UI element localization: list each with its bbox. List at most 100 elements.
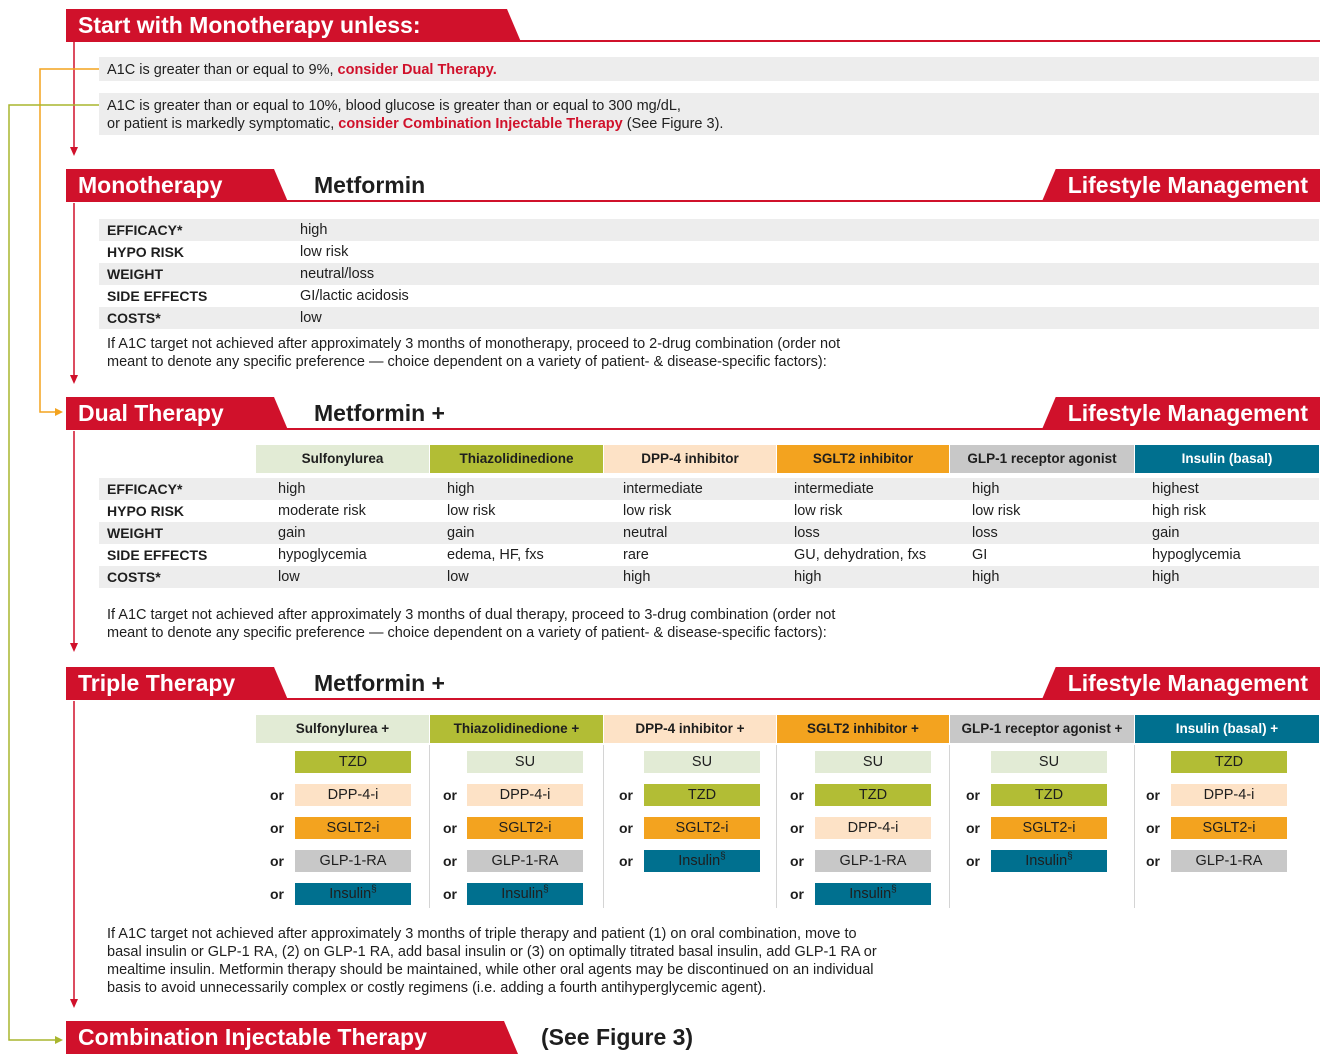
dual-cell: intermediate (623, 481, 703, 497)
option-tzd: TZD (1171, 751, 1287, 773)
or-label: or (1146, 787, 1160, 803)
column-divider (603, 745, 604, 908)
arrow-combo-shortcut (55, 1036, 63, 1044)
or-label: or (966, 853, 980, 869)
dual-cell: moderate risk (278, 503, 366, 519)
dual-col-glp1: GLP-1 receptor agonist (950, 445, 1134, 473)
option-insulin: Insulin§ (644, 850, 760, 872)
or-label: or (1146, 853, 1160, 869)
or-label: or (443, 853, 457, 869)
option-glp1: GLP-1-RA (295, 850, 411, 872)
dual-cell: loss (972, 525, 998, 541)
condition-combo-line1: A1C is greater than or equal to 10%, blo… (107, 98, 681, 114)
dual-cell: hypoglycemia (278, 547, 367, 563)
option-insulin: Insulin§ (467, 883, 583, 905)
dual-note-line1: If A1C target not achieved after approxi… (107, 607, 836, 623)
option-su: SU (644, 751, 760, 773)
dual-header: Dual Therapy Metformin + Lifestyle Manag… (66, 397, 1320, 430)
mono-title: Monotherapy (66, 169, 288, 202)
mono-label-side: SIDE EFFECTS (107, 288, 208, 304)
or-label: or (619, 820, 633, 836)
dual-col-sglt2: SGLT2 inhibitor (777, 445, 949, 473)
mono-row-weight (99, 263, 1319, 285)
option-su: SU (467, 751, 583, 773)
dual-col-tzd: Thiazolidinedione (430, 445, 603, 473)
mono-drug: Metformin (314, 172, 426, 198)
option-tzd: TZD (295, 751, 411, 773)
dual-label-costs: COSTS* (107, 569, 161, 585)
mono-value-weight: neutral/loss (300, 266, 375, 282)
dual-cell: gain (1152, 525, 1180, 541)
mono-row-costs (99, 307, 1319, 329)
dual-cell: high (623, 569, 651, 585)
dual-label-weight: WEIGHT (107, 525, 163, 541)
dual-label-efficacy: EFFICACY* (107, 481, 183, 497)
mono-note-line2: meant to denote any specific preference … (107, 354, 827, 370)
or-label: or (619, 787, 633, 803)
mono-label-weight: WEIGHT (107, 266, 163, 282)
mono-lifestyle: Lifestyle Management (1041, 169, 1320, 202)
option-sglt2: SGLT2-i (295, 817, 411, 839)
or-label: or (443, 886, 457, 902)
start-header-title: Start with Monotherapy unless: (66, 9, 521, 42)
mono-row-efficacy (99, 219, 1319, 241)
arrow-to-mono (70, 147, 78, 156)
option-sglt2: SGLT2-i (644, 817, 760, 839)
mono-label-costs: COSTS* (107, 310, 161, 326)
triple-note-line2: basal insulin or GLP-1 RA, (2) on GLP-1 … (107, 944, 877, 960)
option-su: SU (815, 751, 931, 773)
triple-drug: Metformin + (314, 670, 445, 696)
option-tzd: TZD (815, 784, 931, 806)
option-glp1: GLP-1-RA (467, 850, 583, 872)
combo-title: Combination Injectable Therapy (66, 1021, 518, 1054)
option-su: SU (991, 751, 1107, 773)
dual-cell: intermediate (794, 481, 874, 497)
combo-see-figure[interactable]: (See Figure 3) (541, 1021, 693, 1054)
dual-cell: low (278, 569, 300, 585)
or-label: or (443, 820, 457, 836)
dual-col-sulfonylurea: Sulfonylurea (256, 445, 429, 473)
dual-col-insulin: Insulin (basal) (1135, 445, 1319, 473)
dual-cell: low risk (623, 503, 672, 519)
dual-cell: loss (794, 525, 820, 541)
consider-combo-link[interactable]: consider Combination Injectable Therapy (338, 116, 622, 132)
option-glp1: GLP-1-RA (815, 850, 931, 872)
triple-col-dpp4: DPP-4 inhibitor + (604, 715, 776, 743)
option-insulin: Insulin§ (295, 883, 411, 905)
dual-cell: low (447, 569, 469, 585)
arrow-dual-shortcut (55, 408, 63, 416)
or-label: or (270, 820, 284, 836)
mono-label-efficacy: EFFICACY* (107, 222, 183, 238)
option-insulin: Insulin§ (815, 883, 931, 905)
or-label: or (790, 853, 804, 869)
or-label: or (270, 886, 284, 902)
column-divider (1134, 745, 1135, 908)
option-glp1: GLP-1-RA (1171, 850, 1287, 872)
mono-label-hypo: HYPO RISK (107, 244, 185, 260)
combo-header: Combination Injectable Therapy (See Figu… (66, 1021, 766, 1054)
consider-dual-link[interactable]: consider Dual Therapy. (338, 62, 497, 78)
dual-cell: rare (623, 547, 649, 563)
dual-cell: high (447, 481, 475, 497)
dual-cell: high (794, 569, 822, 585)
or-label: or (619, 853, 633, 869)
dual-cell: high (972, 569, 1000, 585)
triple-header: Triple Therapy Metformin + Lifestyle Man… (66, 667, 1320, 700)
dual-cell: gain (278, 525, 306, 541)
dual-cell: high (1152, 569, 1180, 585)
dual-cell: neutral (623, 525, 668, 541)
dual-title: Dual Therapy (66, 397, 288, 430)
option-sglt2: SGLT2-i (991, 817, 1107, 839)
dual-cell: GU, dehydration, fxs (794, 547, 927, 563)
dual-cell: low risk (794, 503, 843, 519)
dual-lifestyle: Lifestyle Management (1041, 397, 1320, 430)
mono-value-efficacy: high (300, 222, 328, 238)
triple-title: Triple Therapy (66, 667, 288, 700)
option-insulin: Insulin§ (991, 850, 1107, 872)
option-dpp4: DPP-4-i (1171, 784, 1287, 806)
triple-col-sulfonylurea: Sulfonylurea + (256, 715, 429, 743)
or-label: or (270, 787, 284, 803)
dual-cell: edema, HF, fxs (447, 547, 544, 563)
option-sglt2: SGLT2-i (467, 817, 583, 839)
dual-cell: low risk (447, 503, 496, 519)
